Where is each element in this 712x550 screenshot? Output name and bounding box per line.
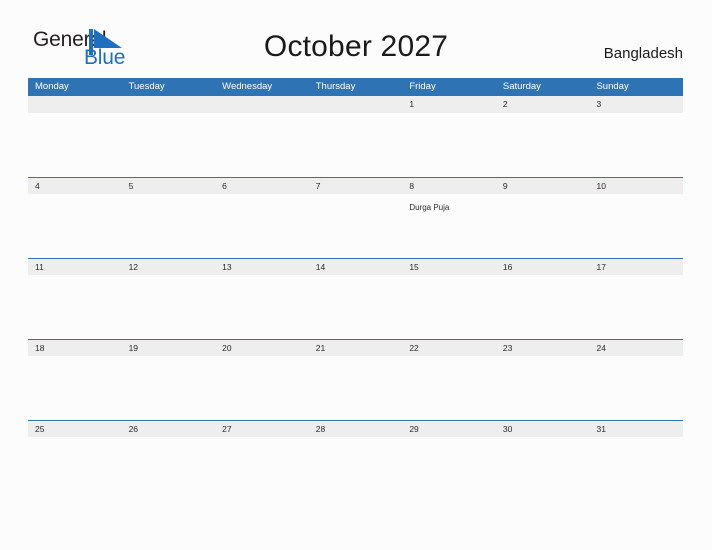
day-cell[interactable] bbox=[122, 275, 216, 338]
day-number[interactable]: 22 bbox=[402, 340, 496, 356]
day-number[interactable]: 29 bbox=[402, 421, 496, 437]
day-number[interactable] bbox=[28, 96, 122, 113]
week-row: 11 12 13 14 15 16 17 bbox=[28, 258, 683, 339]
week-row: 18 19 20 21 22 23 24 bbox=[28, 339, 683, 420]
day-cell[interactable] bbox=[496, 194, 590, 257]
day-cell[interactable] bbox=[309, 113, 403, 176]
day-number[interactable]: 4 bbox=[28, 178, 122, 194]
day-cell[interactable] bbox=[589, 194, 683, 257]
day-number[interactable] bbox=[215, 96, 309, 113]
day-cell[interactable] bbox=[496, 113, 590, 176]
day-number[interactable]: 2 bbox=[496, 96, 590, 113]
weekday-header-thursday: Thursday bbox=[315, 81, 356, 92]
day-cell[interactable] bbox=[496, 275, 590, 338]
day-cell[interactable] bbox=[402, 113, 496, 176]
event-label: Durga Puja bbox=[409, 203, 450, 212]
day-cell[interactable] bbox=[215, 356, 309, 419]
day-number[interactable]: 1 bbox=[402, 96, 496, 113]
day-number[interactable]: 27 bbox=[215, 421, 309, 437]
day-cell-durga-puja[interactable]: Durga Puja bbox=[402, 194, 496, 257]
weekday-header-tuesday: Tuesday bbox=[128, 81, 165, 92]
day-cell[interactable] bbox=[215, 275, 309, 338]
day-cell[interactable] bbox=[402, 275, 496, 338]
day-number[interactable]: 19 bbox=[122, 340, 216, 356]
week-event-band bbox=[28, 356, 683, 419]
day-cell[interactable] bbox=[215, 113, 309, 176]
week-date-band: 18 19 20 21 22 23 24 bbox=[28, 339, 683, 356]
day-number[interactable]: 15 bbox=[402, 259, 496, 275]
day-number[interactable]: 28 bbox=[309, 421, 403, 437]
day-cell[interactable] bbox=[589, 113, 683, 176]
day-cell[interactable] bbox=[122, 194, 216, 257]
day-number[interactable]: 23 bbox=[496, 340, 590, 356]
day-cell[interactable] bbox=[122, 437, 216, 500]
day-number[interactable]: 13 bbox=[215, 259, 309, 275]
day-number[interactable]: 5 bbox=[122, 178, 216, 194]
day-cell[interactable] bbox=[309, 194, 403, 257]
day-cell[interactable] bbox=[28, 113, 122, 176]
day-cell[interactable] bbox=[309, 437, 403, 500]
day-number[interactable]: 14 bbox=[309, 259, 403, 275]
week-row: 1 2 3 bbox=[28, 96, 683, 177]
weekday-header-wednesday: Wednesday bbox=[222, 81, 273, 92]
page-header: General Blue October 2027 Bangladesh bbox=[0, 0, 712, 78]
day-cell[interactable] bbox=[402, 437, 496, 500]
day-number[interactable]: 18 bbox=[28, 340, 122, 356]
day-cell[interactable] bbox=[589, 437, 683, 500]
day-number[interactable]: 25 bbox=[28, 421, 122, 437]
week-row: 25 26 27 28 29 30 31 bbox=[28, 420, 683, 501]
day-cell[interactable] bbox=[496, 356, 590, 419]
calendar-page: General Blue October 2027 Bangladesh Mon… bbox=[0, 0, 712, 550]
day-number[interactable]: 21 bbox=[309, 340, 403, 356]
day-cell[interactable] bbox=[28, 275, 122, 338]
weekday-header-row: Monday Tuesday Wednesday Thursday Friday… bbox=[28, 78, 683, 96]
week-event-band bbox=[28, 113, 683, 176]
weekday-header-friday: Friday bbox=[409, 81, 436, 92]
day-cell[interactable] bbox=[589, 275, 683, 338]
day-number[interactable]: 20 bbox=[215, 340, 309, 356]
day-cell[interactable] bbox=[309, 275, 403, 338]
day-number[interactable]: 16 bbox=[496, 259, 590, 275]
day-number[interactable]: 7 bbox=[309, 178, 403, 194]
week-date-band: 1 2 3 bbox=[28, 96, 683, 113]
calendar-grid: Monday Tuesday Wednesday Thursday Friday… bbox=[28, 78, 683, 501]
day-number[interactable]: 10 bbox=[589, 178, 683, 194]
week-event-band bbox=[28, 437, 683, 500]
week-event-band bbox=[28, 275, 683, 338]
weekday-header-sunday: Sunday bbox=[596, 81, 629, 92]
day-number[interactable]: 31 bbox=[589, 421, 683, 437]
day-number[interactable]: 24 bbox=[589, 340, 683, 356]
weekday-header-saturday: Saturday bbox=[502, 81, 541, 92]
day-cell[interactable] bbox=[215, 437, 309, 500]
day-number[interactable]: 8 bbox=[402, 178, 496, 194]
week-date-band: 4 5 6 7 8 9 10 bbox=[28, 177, 683, 194]
week-date-band: 25 26 27 28 29 30 31 bbox=[28, 420, 683, 437]
day-cell[interactable] bbox=[28, 356, 122, 419]
week-event-band: Durga Puja bbox=[28, 194, 683, 257]
day-cell[interactable] bbox=[215, 194, 309, 257]
day-cell[interactable] bbox=[28, 437, 122, 500]
day-number[interactable] bbox=[309, 96, 403, 113]
day-cell[interactable] bbox=[122, 356, 216, 419]
day-number[interactable]: 6 bbox=[215, 178, 309, 194]
day-number[interactable]: 9 bbox=[496, 178, 590, 194]
day-number[interactable]: 11 bbox=[28, 259, 122, 275]
day-cell[interactable] bbox=[496, 437, 590, 500]
day-number[interactable]: 26 bbox=[122, 421, 216, 437]
day-cell[interactable] bbox=[28, 194, 122, 257]
day-number[interactable]: 12 bbox=[122, 259, 216, 275]
weekday-header-monday: Monday bbox=[35, 81, 69, 92]
day-number[interactable]: 3 bbox=[589, 96, 683, 113]
week-row: 4 5 6 7 8 9 10 Durga Puja bbox=[28, 177, 683, 258]
day-cell[interactable] bbox=[122, 113, 216, 176]
day-cell[interactable] bbox=[309, 356, 403, 419]
country-label: Bangladesh bbox=[603, 45, 683, 62]
day-number[interactable] bbox=[122, 96, 216, 113]
week-date-band: 11 12 13 14 15 16 17 bbox=[28, 258, 683, 275]
day-number[interactable]: 17 bbox=[589, 259, 683, 275]
day-number[interactable]: 30 bbox=[496, 421, 590, 437]
day-cell[interactable] bbox=[402, 356, 496, 419]
day-cell[interactable] bbox=[589, 356, 683, 419]
